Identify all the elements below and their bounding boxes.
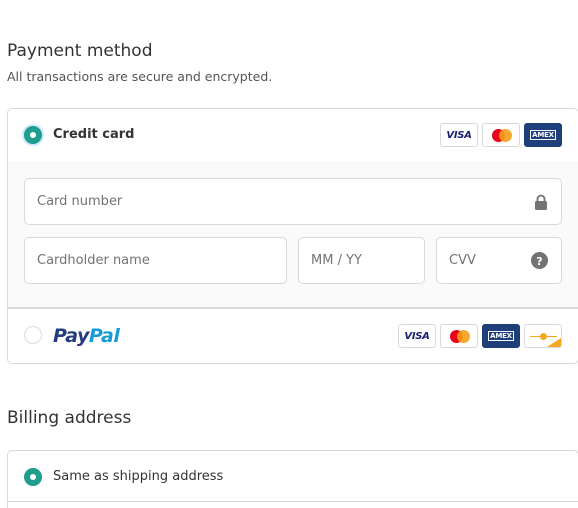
credit-card-label: Credit card	[53, 127, 135, 142]
mastercard-icon	[440, 324, 478, 348]
billing-address-heading: Billing address	[7, 408, 132, 428]
payment-method-heading: Payment method	[7, 41, 153, 61]
cardholder-name-input[interactable]	[25, 238, 286, 283]
visa-icon: VISA	[440, 123, 478, 147]
same-as-shipping-radio[interactable]	[24, 468, 42, 486]
cvv-field[interactable]: ?	[436, 237, 562, 284]
credit-card-option[interactable]: Credit card VISA AMEX	[7, 108, 578, 162]
credit-card-radio[interactable]	[24, 126, 42, 144]
card-number-field[interactable]	[24, 178, 562, 225]
lock-icon	[534, 194, 548, 214]
discover-icon	[524, 324, 562, 348]
svg-text:?: ?	[536, 255, 542, 268]
paypal-logo: PayPal	[53, 325, 120, 347]
mastercard-icon	[482, 123, 520, 147]
card-number-input[interactable]	[25, 179, 561, 224]
paypal-radio[interactable]	[24, 326, 42, 344]
cardholder-name-field[interactable]	[24, 237, 287, 284]
different-billing-option[interactable]	[7, 501, 578, 508]
help-icon[interactable]: ?	[531, 252, 548, 273]
same-as-shipping-option[interactable]: Same as shipping address	[7, 450, 578, 502]
credit-card-form-panel: ?	[7, 161, 578, 308]
amex-icon: AMEX	[524, 123, 562, 147]
expiry-field[interactable]	[298, 237, 425, 284]
payment-method-subheading: All transactions are secure and encrypte…	[7, 69, 273, 84]
amex-icon: AMEX	[482, 324, 520, 348]
visa-icon: VISA	[398, 324, 436, 348]
same-as-shipping-label: Same as shipping address	[53, 469, 224, 484]
expiry-input[interactable]	[299, 238, 424, 283]
